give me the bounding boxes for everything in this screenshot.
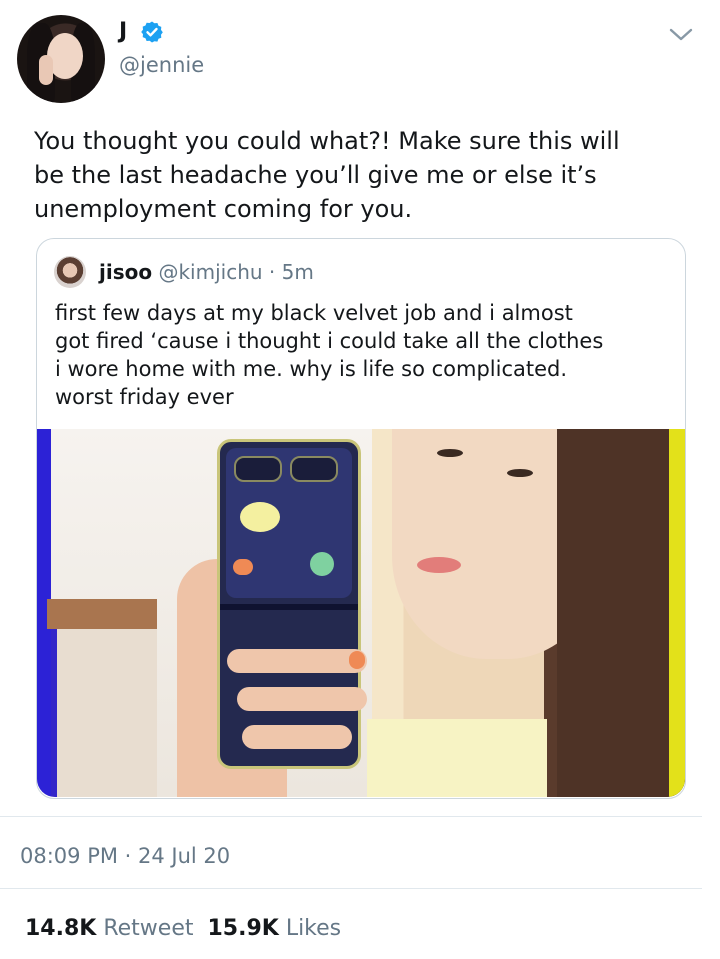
photo-eye <box>437 449 463 457</box>
photo-finger <box>227 649 367 673</box>
quoted-tweet-card[interactable]: jisoo @kimjichu · 5m first few days at m… <box>36 238 686 799</box>
verified-badge-icon <box>141 21 163 43</box>
photo-cabinet <box>51 629 157 797</box>
retweet-label[interactable]: Retweet <box>103 916 193 941</box>
author-display-name[interactable]: J <box>119 19 127 45</box>
photo-lips <box>417 557 461 573</box>
quoted-author-name: jisoo <box>99 260 153 284</box>
retweet-count[interactable]: 14.8K <box>25 916 96 941</box>
quoted-tweet-time: · 5m <box>268 260 314 284</box>
phone-camera <box>234 456 282 482</box>
tweet-text-line: You thought you could what?! Make sure t… <box>34 127 620 155</box>
photo-finger <box>242 725 352 749</box>
photo-eye <box>507 469 533 477</box>
photo-shelf <box>47 599 157 629</box>
quoted-author-avatar <box>54 256 86 288</box>
photo-shirt <box>367 719 547 797</box>
phone-hinge <box>220 604 358 610</box>
quoted-text-line: i wore home with me. why is life so comp… <box>55 357 568 381</box>
tweet-text-line: be the last headache you’ll give me or e… <box>34 161 597 189</box>
tweet-text-line: unemployment coming for you. <box>34 195 413 223</box>
quoted-text-line: worst friday ever <box>55 385 234 409</box>
chevron-down-icon[interactable] <box>666 22 696 46</box>
divider <box>0 816 702 817</box>
author-avatar[interactable] <box>17 15 105 103</box>
quoted-tweet-text: first few days at my black velvet job an… <box>55 299 675 411</box>
phone-sticker <box>310 552 334 576</box>
tweet-stats: 14.8K Retweet 15.9K Likes <box>25 915 341 943</box>
photo-nail <box>233 559 253 575</box>
author-handle[interactable]: @jennie <box>119 52 204 78</box>
tweet-timestamp[interactable]: 08:09 PM · 24 Jul 20 <box>20 843 230 869</box>
phone-camera <box>290 456 338 482</box>
quoted-tweet-header: jisoo @kimjichu · 5m <box>99 259 314 285</box>
phone-sticker <box>240 502 280 532</box>
like-label[interactable]: Likes <box>286 916 341 941</box>
divider <box>0 888 702 889</box>
photo-phone <box>217 439 361 769</box>
photo-finger <box>237 687 367 711</box>
photo-color-edge <box>669 429 685 797</box>
like-count[interactable]: 15.9K <box>207 916 278 941</box>
photo-nail <box>349 651 365 669</box>
tweet-text: You thought you could what?! Make sure t… <box>34 124 674 226</box>
quoted-tweet-photo[interactable] <box>37 429 685 797</box>
quoted-text-line: got fired ‘cause i thought i could take … <box>55 329 604 353</box>
quoted-text-line: first few days at my black velvet job an… <box>55 301 573 325</box>
photo-hair-right <box>557 429 685 797</box>
quoted-author-handle: @kimjichu <box>158 260 263 284</box>
avatar-hand <box>39 55 53 85</box>
